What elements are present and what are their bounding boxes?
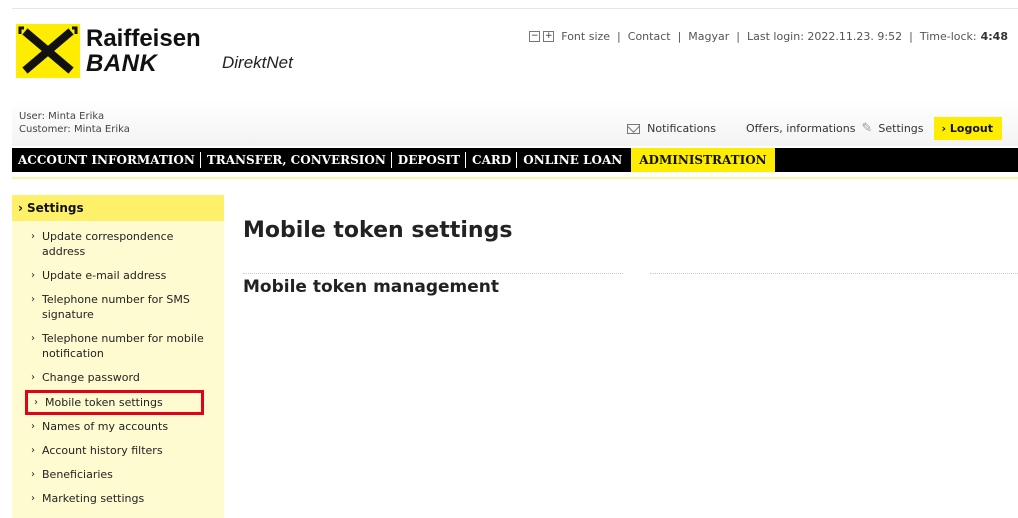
sidebar-item-marketing-settings[interactable]: › Marketing settings — [12, 487, 224, 511]
sidebar-item-mobile-token-settings[interactable]: › Mobile token settings — [25, 390, 204, 415]
section-title: Mobile token management — [243, 277, 500, 297]
raiffeisen-gable-cross-icon — [16, 24, 80, 78]
sidebar-item-label: Names of my accounts — [42, 420, 169, 433]
chevron-right-icon: › — [31, 231, 35, 242]
header-actions: Notifications Offers, informations ✎ Set… — [627, 117, 1002, 140]
nav-administration[interactable]: ADMINISTRATION — [631, 148, 775, 172]
chevron-right-icon: › — [31, 294, 35, 305]
chevron-right-icon: › — [31, 445, 35, 456]
nav-account-information[interactable]: ACCOUNT INFORMATION — [12, 148, 200, 172]
separator: | — [617, 30, 621, 43]
brand-bank: BANK — [86, 49, 158, 77]
sidebar-item-update-correspondence-address[interactable]: › Update correspondence address — [12, 225, 224, 264]
notifications-link[interactable]: Notifications — [647, 122, 716, 135]
sidebar-item-change-password[interactable]: › Change password — [12, 366, 224, 390]
chevron-right-icon: › — [31, 469, 35, 480]
sidebar-heading-label: Settings — [26, 201, 84, 215]
logout-button[interactable]: › Logout — [933, 117, 1002, 140]
section-divider — [243, 273, 623, 274]
chevron-right-icon: › — [31, 270, 35, 281]
sidebar-item-mobile-notification-phone[interactable]: › Telephone number for mobile notificatio… — [12, 327, 224, 366]
sidebar-item-beneficiaries[interactable]: › Beneficiaries — [12, 463, 224, 487]
sidebar-item-sms-signature-phone[interactable]: › Telephone number for SMS signature — [12, 288, 224, 327]
page-title: Mobile token settings — [243, 218, 513, 243]
envelope-icon[interactable] — [627, 123, 641, 134]
brand-name: Raiffeisen — [86, 24, 201, 52]
logout-label: Logout — [949, 122, 993, 135]
nav-online-loan[interactable]: ONLINE LOAN — [517, 148, 627, 172]
sidebar-item-label: Telephone number for mobile notification — [42, 332, 204, 360]
separator: | — [909, 30, 913, 43]
language-link[interactable]: Magyar — [688, 30, 729, 43]
section-divider — [650, 273, 1018, 274]
sidebar-item-label: Update correspondence address — [42, 230, 174, 258]
nav-deposit[interactable]: DEPOSIT — [392, 148, 465, 172]
chevron-right-icon: › — [18, 201, 23, 215]
sidebar-list: › Update correspondence address › Update e… — [12, 221, 224, 511]
sidebar-item-account-history-filters[interactable]: › Account history filters — [12, 439, 224, 463]
timelock-value: 4:48 — [980, 30, 1008, 43]
chevron-right-icon: › — [31, 372, 35, 383]
offers-link[interactable]: Offers, informations — [746, 122, 855, 135]
sidebar-heading[interactable]: › Settings — [12, 195, 224, 221]
product-name: DirektNet — [222, 53, 293, 72]
user-name: User: Minta Erika — [19, 111, 105, 122]
settings-sidebar: › Settings › Update correspondence address… — [12, 195, 224, 518]
chevron-right-icon: › — [31, 493, 35, 504]
font-increase-button[interactable]: + — [543, 31, 555, 42]
separator: | — [736, 30, 740, 43]
nav-card[interactable]: CARD — [466, 148, 516, 172]
settings-link[interactable]: Settings — [878, 122, 923, 135]
contact-link[interactable]: Contact — [628, 30, 671, 43]
nav-transfer-conversion[interactable]: TRANSFER, CONVERSION — [201, 148, 391, 172]
sidebar-item-label: Mobile token settings — [45, 396, 163, 409]
sidebar-item-label: Marketing settings — [42, 492, 145, 505]
chevron-right-icon: › — [941, 122, 947, 135]
main-navigation: ACCOUNT INFORMATION TRANSFER, CONVERSION… — [12, 148, 1018, 172]
top-divider — [12, 8, 1018, 9]
sidebar-item-update-email-address[interactable]: › Update e-mail address — [12, 264, 224, 288]
chevron-right-icon: › — [31, 333, 35, 344]
timelock-label: Time-lock: — [919, 30, 977, 43]
sidebar-item-account-names[interactable]: › Names of my accounts — [12, 415, 224, 439]
pencil-icon[interactable]: ✎ — [861, 121, 872, 136]
chevron-right-icon: › — [34, 397, 38, 408]
font-size-label: Font size — [561, 30, 611, 43]
customer-name: Customer: Minta Erika — [19, 124, 130, 135]
sidebar-item-label: Beneficiaries — [42, 468, 113, 481]
sidebar-item-label: Telephone number for SMS signature — [42, 293, 190, 321]
user-info: User: Minta Erika Customer: Minta Erika — [19, 110, 130, 136]
raiffeisen-logo[interactable]: Raiffeisen BANK — [16, 24, 201, 78]
sidebar-item-label: Update e-mail address — [42, 269, 167, 282]
font-decrease-button[interactable]: − — [529, 31, 541, 42]
chevron-right-icon: › — [31, 421, 35, 432]
sidebar-item-label: Account history filters — [42, 444, 163, 457]
last-login: Last login: 2022.11.23. 9:52 — [747, 30, 903, 43]
utility-bar: − + Font size | Contact | Magyar | Last … — [529, 30, 1008, 43]
sidebar-item-label: Change password — [42, 371, 140, 384]
nav-underline — [12, 177, 1018, 179]
separator: | — [677, 30, 682, 43]
